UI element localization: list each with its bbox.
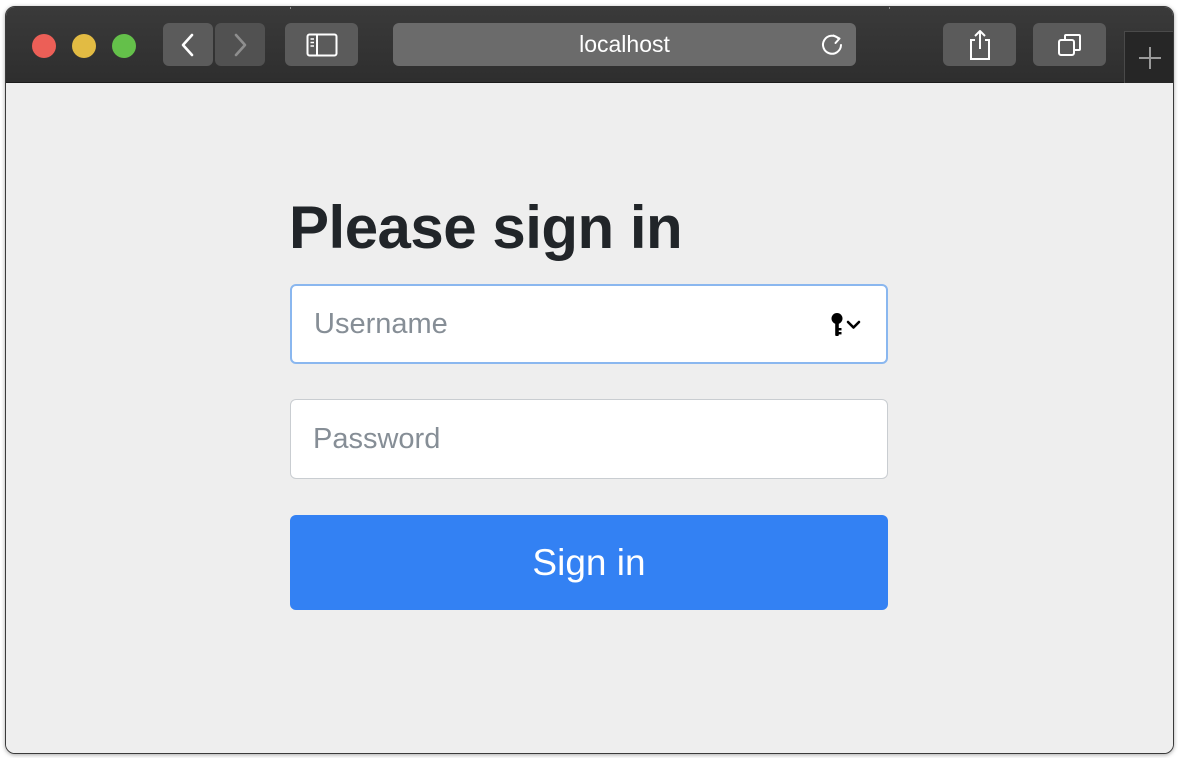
- share-button[interactable]: [943, 23, 1016, 66]
- tabs-overview-button[interactable]: [1033, 23, 1106, 66]
- password-field[interactable]: [290, 399, 888, 479]
- sidebar-icon: [306, 33, 337, 56]
- sign-in-button[interactable]: Sign in: [290, 515, 888, 610]
- username-field[interactable]: [290, 284, 888, 364]
- back-button[interactable]: [163, 23, 213, 66]
- browser-window: localhost Please sign in Username Sign i…: [5, 6, 1174, 754]
- minimize-window-button[interactable]: [72, 34, 96, 58]
- page-title: Please sign in: [289, 194, 683, 261]
- address-bar[interactable]: localhost: [393, 23, 856, 66]
- page-content: Please sign in Sign in: [6, 83, 1173, 753]
- window-top-strip: [290, 7, 890, 9]
- chevron-left-icon: [181, 33, 194, 56]
- plus-icon: [1138, 47, 1161, 69]
- chevron-right-icon: [234, 33, 247, 56]
- browser-toolbar: localhost: [6, 7, 1173, 84]
- sidebar-button[interactable]: [285, 23, 358, 66]
- share-icon: [969, 29, 990, 60]
- password-input[interactable]: [291, 400, 887, 478]
- tabs-overview-icon: [1057, 33, 1081, 56]
- url-text: localhost: [579, 31, 670, 57]
- username-input[interactable]: [292, 286, 886, 362]
- close-window-button[interactable]: [32, 34, 56, 58]
- key-autofill-icon[interactable]: [830, 312, 864, 338]
- new-tab-button[interactable]: [1124, 31, 1173, 84]
- forward-button[interactable]: [215, 23, 265, 66]
- zoom-window-button[interactable]: [112, 34, 136, 58]
- reload-icon[interactable]: [818, 31, 846, 59]
